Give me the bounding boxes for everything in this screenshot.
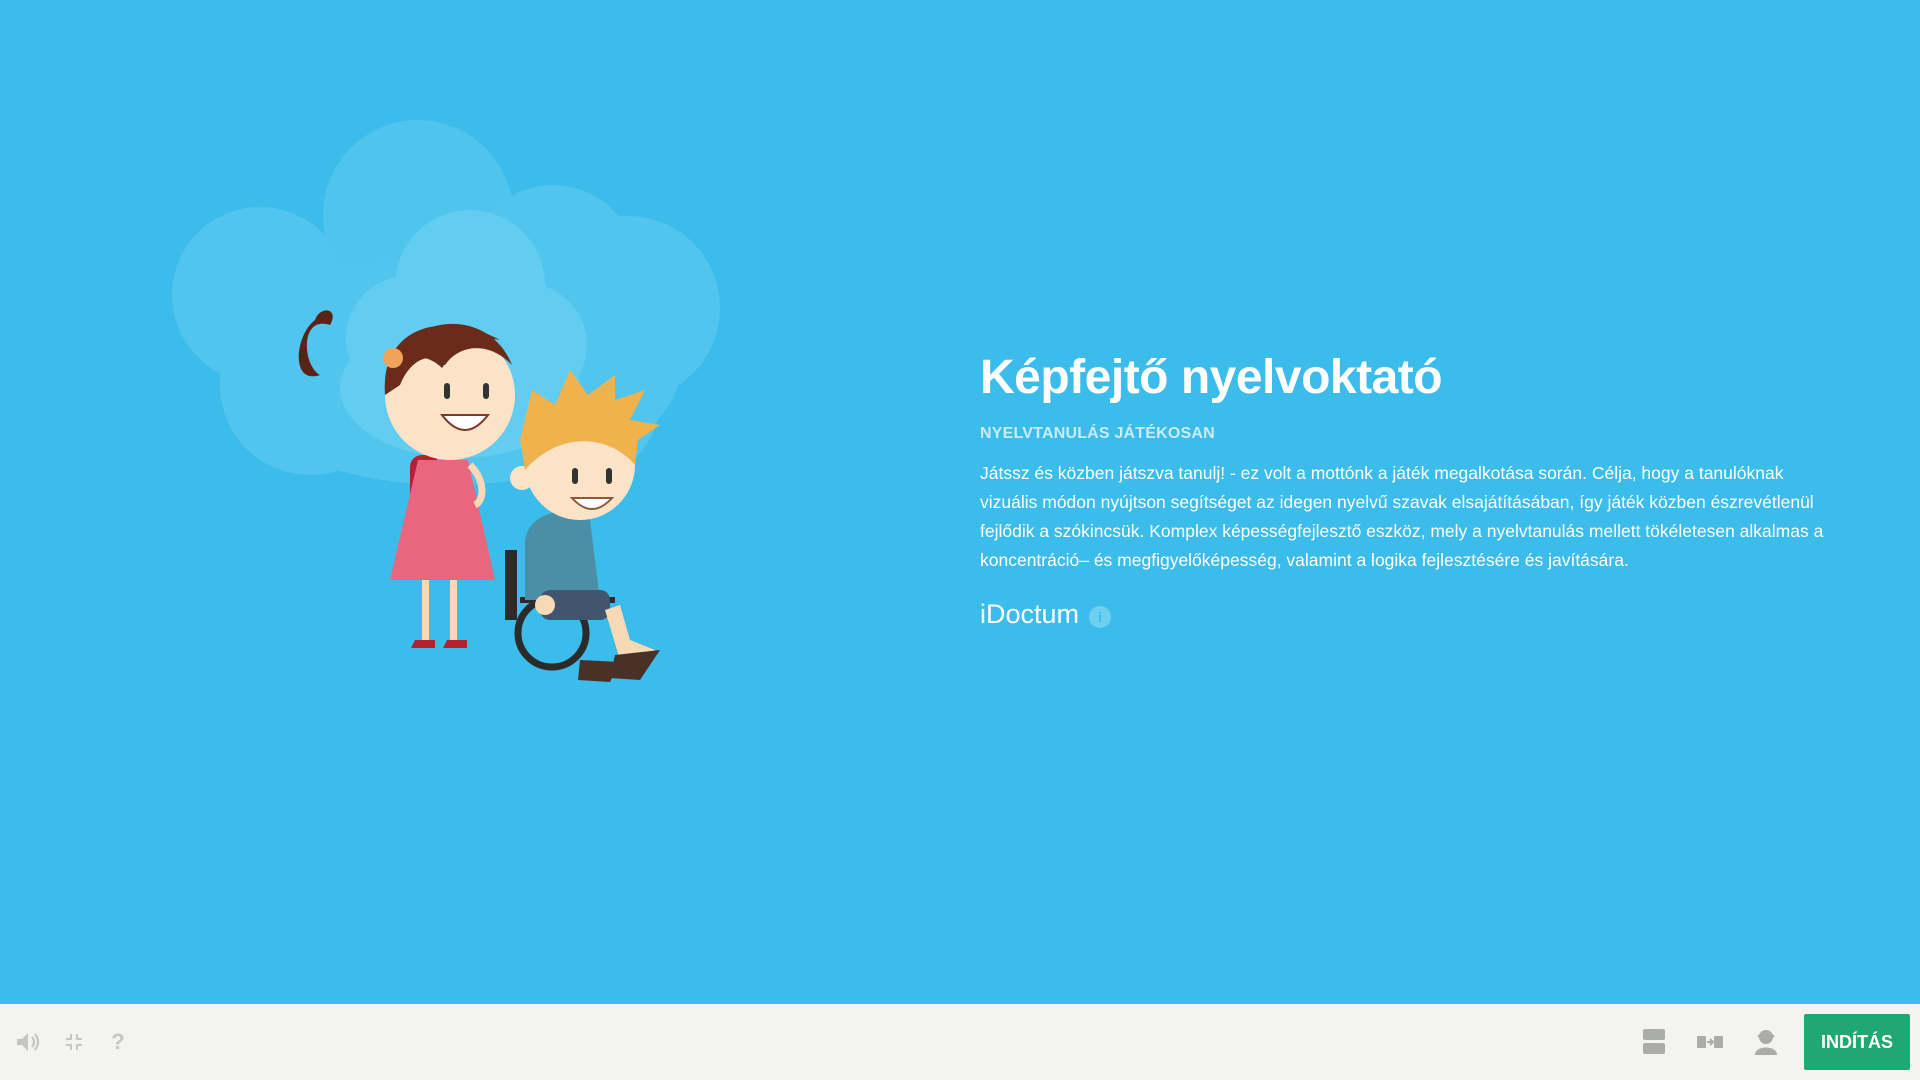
speaker-icon[interactable] bbox=[14, 1028, 42, 1056]
arrange-icon[interactable] bbox=[1696, 1028, 1724, 1056]
exit-fullscreen-icon[interactable] bbox=[60, 1028, 88, 1056]
help-icon[interactable]: ? bbox=[104, 1028, 132, 1056]
info-icon[interactable]: i bbox=[1089, 605, 1112, 628]
user-icon[interactable] bbox=[1752, 1028, 1780, 1056]
game-title: Képfejtő nyelvoktató bbox=[980, 351, 1443, 404]
brand-name: iDoctum bbox=[980, 599, 1080, 629]
start-button[interactable]: INDÍTÁS bbox=[1804, 1014, 1910, 1070]
game-description: Játssz és közben játszva tanulj! - ez vo… bbox=[980, 463, 1824, 570]
game-stage: Képfejtő nyelvoktató NYELVTANULÁS JÁTÉKO… bbox=[0, 0, 1920, 1004]
layout-rows-icon[interactable] bbox=[1640, 1028, 1668, 1056]
brand: iDoctum i bbox=[980, 599, 1840, 630]
bottom-toolbar: ? INDÍTÁS bbox=[0, 1004, 1920, 1080]
kids-illustration bbox=[172, 120, 720, 682]
game-info: Képfejtő nyelvoktató NYELVTANULÁS JÁTÉKO… bbox=[980, 350, 1840, 630]
game-subtitle: NYELVTANULÁS JÁTÉKOSAN bbox=[980, 425, 1215, 442]
